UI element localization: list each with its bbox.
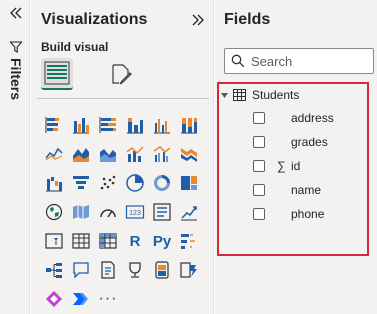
field-label: name: [291, 183, 322, 197]
area-chart-icon[interactable]: [68, 141, 94, 167]
collapse-chevrons-icon[interactable]: [191, 13, 205, 27]
sigma-icon: ∑: [277, 159, 286, 173]
scatter-chart-icon[interactable]: [95, 170, 121, 196]
r-visual-icon[interactable]: R: [122, 228, 148, 254]
field-item-address[interactable]: address: [253, 109, 334, 127]
clustered-column-chart-icon[interactable]: [149, 112, 175, 138]
multi-row-card-icon[interactable]: [149, 199, 175, 225]
matrix-icon[interactable]: [95, 228, 121, 254]
field-checkbox[interactable]: [253, 112, 265, 124]
funnel-chart-icon[interactable]: [68, 170, 94, 196]
funnel-icon: [9, 41, 23, 53]
expand-chevrons-icon[interactable]: [9, 6, 23, 20]
build-visual-button[interactable]: [41, 58, 73, 90]
ribbon-chart-icon[interactable]: [176, 141, 202, 167]
table-icon: [233, 89, 246, 101]
map-globe-icon[interactable]: [41, 199, 67, 225]
filters-pane[interactable]: Filters: [0, 0, 30, 314]
field-checkbox[interactable]: [253, 160, 265, 172]
donut-chart-icon[interactable]: [149, 170, 175, 196]
power-automate-icon[interactable]: [176, 257, 202, 283]
pane-divider: [37, 98, 209, 99]
field-item-name[interactable]: name: [253, 181, 321, 199]
fields-title: Fields: [224, 11, 271, 28]
field-item-id[interactable]: ∑ id: [253, 157, 300, 175]
field-label: phone: [291, 207, 325, 221]
field-item-phone[interactable]: phone: [253, 205, 324, 223]
search-icon: [231, 54, 245, 68]
filled-map-icon[interactable]: [68, 199, 94, 225]
field-checkbox[interactable]: [253, 208, 265, 220]
qa-visual-icon[interactable]: [68, 257, 94, 283]
power-automate-chevron-icon[interactable]: [68, 286, 94, 312]
collapse-caret-icon[interactable]: [220, 91, 229, 100]
search-input[interactable]: [251, 53, 361, 69]
field-label: grades: [291, 135, 328, 149]
more-visuals-button[interactable]: ···: [95, 286, 121, 312]
table-visual-icon[interactable]: [68, 228, 94, 254]
field-checkbox[interactable]: [253, 184, 265, 196]
slicer-icon[interactable]: [41, 228, 67, 254]
treemap-icon[interactable]: [176, 170, 202, 196]
table-node-students[interactable]: Students: [220, 86, 299, 104]
field-checkbox[interactable]: [253, 136, 265, 148]
build-visual-icon: [44, 61, 70, 85]
decomposition-tree-icon[interactable]: [41, 257, 67, 283]
filters-label: Filters: [8, 58, 24, 101]
line-and-column-chart-icon[interactable]: [122, 141, 148, 167]
waterfall-chart-icon[interactable]: [41, 170, 67, 196]
clustered-bar-chart-icon[interactable]: [68, 112, 94, 138]
svg-text:123: 123: [129, 210, 141, 217]
field-item-grades[interactable]: grades: [253, 133, 328, 151]
smart-narrative-icon[interactable]: [95, 257, 121, 283]
stacked-column-chart-icon[interactable]: [122, 112, 148, 138]
python-visual-icon[interactable]: Py: [149, 228, 175, 254]
stacked-area-chart-icon[interactable]: [95, 141, 121, 167]
line-and-clustered-column-chart-icon[interactable]: [149, 141, 175, 167]
field-label: id: [291, 159, 301, 173]
visualizations-title: Visualizations: [41, 11, 148, 28]
visualizations-pane: Visualizations Build visual 123 R Py ···: [31, 0, 214, 314]
search-box[interactable]: [224, 48, 374, 74]
fields-pane: Fields Students address grades ∑ id: [215, 0, 377, 314]
card-icon[interactable]: 123: [122, 199, 148, 225]
field-label: address: [291, 111, 334, 125]
key-influencers-icon[interactable]: [176, 228, 202, 254]
format-paintbrush-icon: [112, 64, 132, 85]
build-visual-label: Build visual: [41, 40, 109, 54]
stacked-bar-chart-icon[interactable]: [41, 112, 67, 138]
table-name: Students: [252, 88, 300, 102]
kpi-icon[interactable]: [176, 199, 202, 225]
line-chart-icon[interactable]: [41, 141, 67, 167]
power-apps-diamond-icon[interactable]: [41, 286, 67, 312]
power-apps-icon[interactable]: [149, 257, 175, 283]
100-stacked-column-chart-icon[interactable]: [176, 112, 202, 138]
pie-chart-icon[interactable]: [122, 170, 148, 196]
format-visual-button[interactable]: [105, 58, 137, 90]
paginated-report-icon[interactable]: [122, 257, 148, 283]
visual-gallery: 123 R Py ···: [41, 112, 211, 312]
gauge-icon[interactable]: [95, 199, 121, 225]
100-stacked-bar-chart-icon[interactable]: [95, 112, 121, 138]
